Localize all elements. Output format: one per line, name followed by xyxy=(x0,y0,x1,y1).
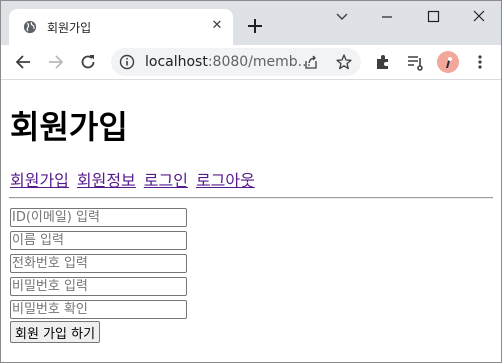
link-signup[interactable]: 회원가입 xyxy=(10,173,69,190)
bookmark-star-icon[interactable] xyxy=(335,53,353,71)
more-vert-icon[interactable] xyxy=(471,53,489,71)
tab-strip: 회원가입 ✕ xyxy=(1,1,501,45)
minimize-icon[interactable] xyxy=(372,7,402,27)
id-email-input[interactable] xyxy=(10,208,187,227)
forward-arrow-icon[interactable] xyxy=(46,52,66,72)
tab-title: 회원가입 xyxy=(47,21,92,35)
back-arrow-icon[interactable] xyxy=(13,52,33,72)
page-content: 회원가입 회원가입 회원정보 로그인 로그아웃 회원 가입 하기 xyxy=(1,80,501,362)
browser-window: 회원가입 ✕ localhost:8080/memb... 회원가입 회원가입 … xyxy=(0,0,502,363)
url-host: localhost xyxy=(145,54,208,70)
url-path: :8080/memb... xyxy=(207,54,312,70)
close-window-icon[interactable] xyxy=(464,7,494,27)
link-login[interactable]: 로그인 xyxy=(144,173,188,190)
share-icon[interactable] xyxy=(303,54,319,70)
reading-list-icon[interactable] xyxy=(406,53,424,71)
password-confirm-input[interactable] xyxy=(10,300,187,319)
globe-icon xyxy=(23,20,37,34)
nav-links: 회원가입 회원정보 로그인 로그아웃 xyxy=(10,167,259,191)
browser-toolbar: localhost:8080/memb... xyxy=(1,45,501,80)
phone-input[interactable] xyxy=(10,254,187,273)
tab-close-icon[interactable]: ✕ xyxy=(209,18,225,34)
info-icon[interactable] xyxy=(119,54,135,70)
maximize-icon[interactable] xyxy=(418,7,448,27)
url-text[interactable]: localhost:8080/memb... xyxy=(145,54,311,70)
tab-active[interactable]: 회원가입 ✕ xyxy=(9,9,233,45)
password-input[interactable] xyxy=(10,277,187,296)
address-bar[interactable]: localhost:8080/memb... xyxy=(111,48,361,76)
new-tab-icon[interactable] xyxy=(245,16,265,36)
link-logout[interactable]: 로그아웃 xyxy=(196,173,255,190)
reload-icon[interactable] xyxy=(78,52,98,72)
page-title: 회원가입 xyxy=(10,109,128,145)
signup-submit-button[interactable]: 회원 가입 하기 xyxy=(10,321,101,343)
name-input[interactable] xyxy=(10,231,187,250)
divider xyxy=(9,197,493,199)
profile-picture-icon xyxy=(446,57,452,68)
link-member-info[interactable]: 회원정보 xyxy=(77,173,136,190)
tab-search-chevron-icon[interactable] xyxy=(327,7,357,27)
profile-avatar[interactable] xyxy=(437,51,459,73)
extensions-puzzle-icon[interactable] xyxy=(374,53,392,71)
